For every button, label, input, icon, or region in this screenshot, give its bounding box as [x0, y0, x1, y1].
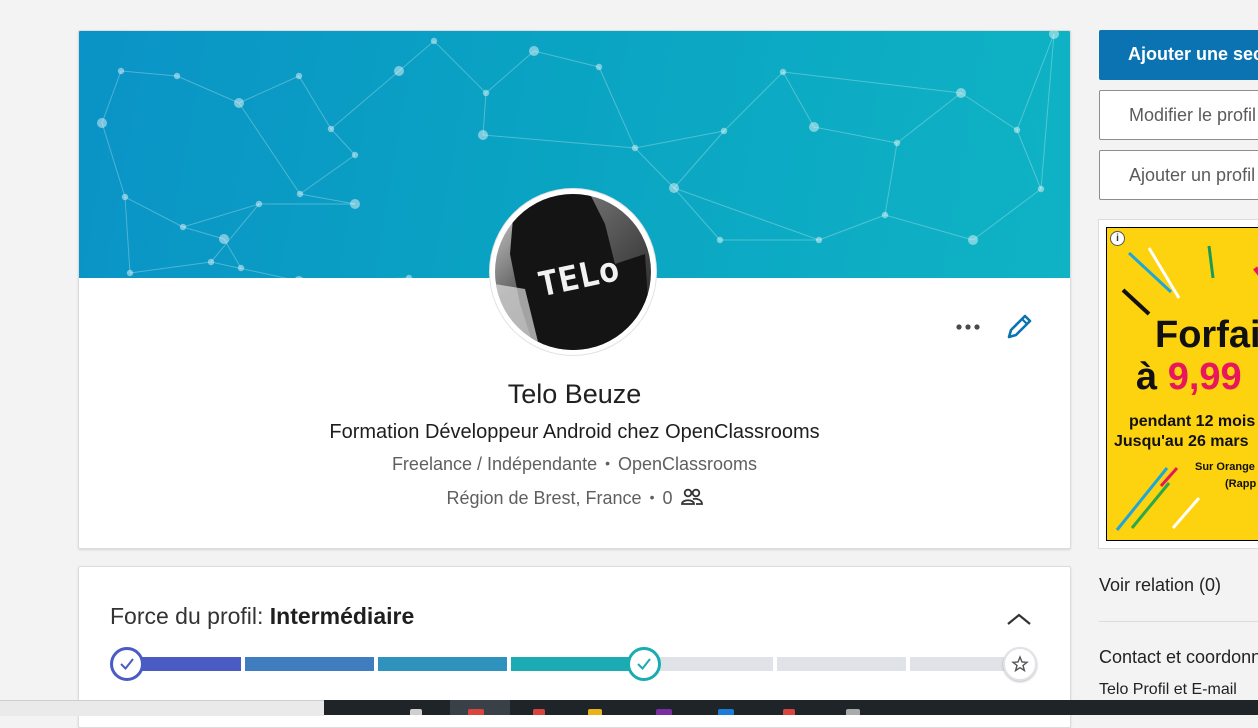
- more-options-button[interactable]: [955, 317, 985, 337]
- progress-segment: [128, 657, 241, 671]
- star-icon: [1011, 655, 1029, 673]
- contact-info-sub: Telo Profil et E-mail: [1099, 681, 1237, 698]
- edge-icon[interactable]: [718, 709, 734, 715]
- advertisement[interactable]: i Forfait à 9,99 pendant 12 mois Jusqu'a…: [1098, 219, 1258, 549]
- ad-deadline: Jusqu'au 26 mars: [1114, 433, 1249, 450]
- collapse-button[interactable]: [1004, 607, 1034, 631]
- strength-level: Intermédiaire: [269, 603, 415, 629]
- strength-current-marker[interactable]: [627, 647, 661, 681]
- ad-banner[interactable]: i Forfait à 9,99 pendant 12 mois Jusqu'a…: [1106, 227, 1258, 541]
- ad-price: 9,99: [1167, 356, 1242, 398]
- profile-name: Telo Beuze: [507, 379, 642, 409]
- connections-icon[interactable]: [680, 488, 703, 506]
- add-section-button[interactable]: Ajouter une section au profil: [1099, 30, 1258, 80]
- app-icon[interactable]: [783, 709, 795, 715]
- folder-icon[interactable]: [588, 709, 602, 715]
- app-icon[interactable]: [533, 709, 545, 715]
- progress-segment: [245, 657, 374, 671]
- check-icon: [120, 658, 134, 671]
- profile-headline: Formation Développeur Android chez OpenC…: [329, 421, 820, 443]
- connections-count[interactable]: 0: [662, 488, 672, 508]
- progress-segment: [777, 657, 906, 671]
- chrome-icon[interactable]: [468, 709, 484, 715]
- edit-profile-button[interactable]: [1003, 311, 1035, 343]
- ellipsis-icon: [956, 324, 980, 330]
- avatar-photo: TELo: [495, 194, 651, 350]
- profile-position-line: Freelance / Indépendante • OpenClassrooms: [79, 454, 1070, 475]
- app-icon[interactable]: [846, 709, 860, 715]
- profile-location-line: Région de Brest, France • 0: [79, 488, 1070, 509]
- separator-dot: •: [605, 455, 610, 471]
- progress-segment: [511, 657, 640, 671]
- add-language-profile-button[interactable]: Ajouter un profil dans une autre langue: [1099, 150, 1258, 200]
- check-icon: [637, 658, 651, 671]
- strength-label: Force du profil:: [110, 603, 264, 629]
- see-connections-link[interactable]: Voir relation (0): [1099, 575, 1221, 596]
- profile-location: Région de Brest, France: [446, 488, 642, 508]
- ad-price-line: à 9,99: [1136, 356, 1242, 399]
- profile-top-card: TELo Telo Beuze Formation Développeur An…: [78, 30, 1071, 549]
- strength-start-marker: [110, 647, 144, 681]
- onenote-icon[interactable]: [656, 709, 672, 715]
- edit-public-profile-button[interactable]: Modifier le profil public: [1099, 90, 1258, 140]
- taskview-icon[interactable]: [410, 709, 422, 715]
- taskbar-search-area[interactable]: [0, 700, 324, 716]
- pencil-icon: [1007, 314, 1032, 339]
- ad-duration: pendant 12 mois: [1129, 413, 1256, 430]
- contact-info-title[interactable]: Contact et coordonnées: [1099, 647, 1258, 668]
- strength-goal-marker[interactable]: [1003, 647, 1037, 681]
- profile-avatar[interactable]: TELo: [490, 189, 656, 355]
- ad-title: Forfait: [1155, 314, 1258, 356]
- progress-segment: [644, 657, 773, 671]
- ad-price-prefix: à: [1136, 356, 1158, 398]
- ad-footnote: Sur Orange: [1195, 461, 1255, 473]
- strength-progress-bar: [110, 647, 1040, 681]
- profile-company[interactable]: OpenClassrooms: [618, 454, 757, 474]
- profile-position[interactable]: Freelance / Indépendante: [392, 454, 597, 474]
- divider: [1099, 621, 1258, 622]
- separator-dot: •: [649, 489, 655, 505]
- progress-segment: [378, 657, 507, 671]
- strength-title: Force du profil: Intermédiaire: [110, 603, 414, 630]
- chevron-up-icon: [1007, 613, 1031, 625]
- ad-footnote-2: (Rapp: [1225, 478, 1257, 490]
